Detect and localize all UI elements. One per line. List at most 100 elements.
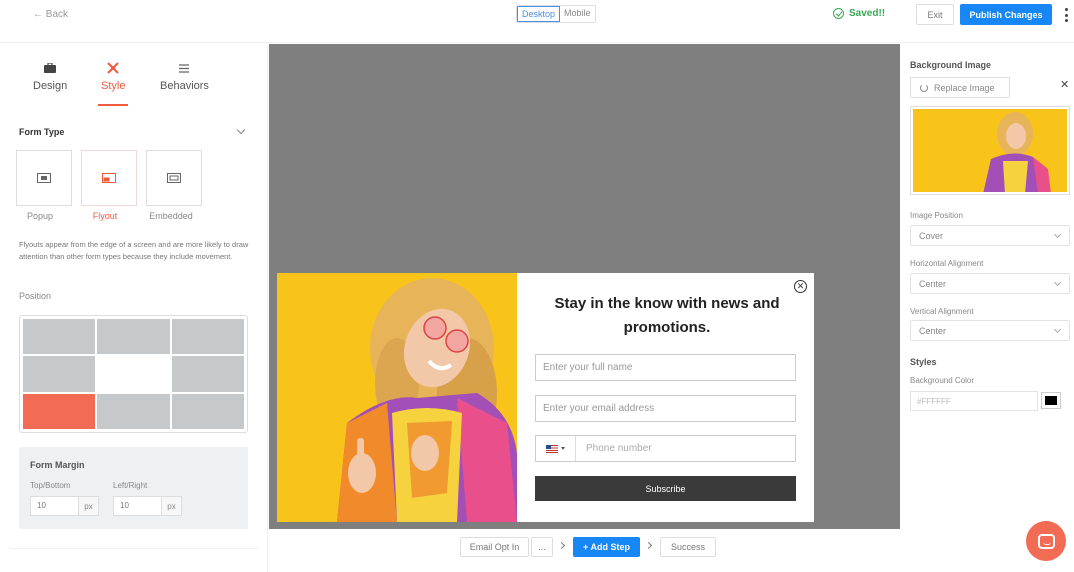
refresh-icon [920, 83, 928, 92]
chevron-down-icon[interactable] [236, 125, 246, 135]
chevron-down-icon [1053, 325, 1062, 334]
replace-image-button[interactable]: Replace Image [910, 77, 1010, 98]
position-center [97, 356, 170, 392]
vertical-alignment-value: Center [919, 326, 947, 336]
add-step-button[interactable]: + Add Step [573, 537, 640, 557]
country-selector[interactable] [536, 436, 576, 461]
form-type-flyout[interactable] [81, 150, 137, 206]
brush-icon [106, 62, 120, 74]
form-type-popup[interactable] [16, 150, 72, 206]
more-options-icon[interactable] [1064, 8, 1068, 22]
top-bottom-unit: px [79, 496, 99, 516]
embedded-icon [167, 173, 181, 183]
background-color-input[interactable]: #FFFFFF [910, 391, 1038, 411]
popup-title: Stay in the know with news and promotion… [554, 295, 780, 336]
form-type-popup-label: Popup [26, 211, 54, 221]
step-bar: Email Opt In ... + Add Step Success [269, 529, 900, 572]
chevron-down-icon [1053, 230, 1062, 239]
step-success[interactable]: Success [660, 537, 716, 557]
tab-style[interactable]: Style [98, 62, 129, 106]
full-name-input[interactable]: Enter your full name [535, 354, 796, 381]
tab-style-label: Style [101, 80, 126, 92]
position-middle-right[interactable] [171, 356, 244, 392]
popup-body: Stay in the know with news and promotion… [517, 273, 814, 522]
replace-image-label: Replace Image [934, 82, 995, 93]
check-circle-icon [833, 8, 844, 19]
position-middle-left[interactable] [23, 356, 96, 392]
left-right-label: Left/Right [113, 481, 148, 490]
image-position-select[interactable]: Cover [910, 225, 1070, 246]
editor-tabs: Design Style Behaviors [0, 44, 268, 114]
flyout-icon [102, 173, 116, 183]
background-image-thumbnail[interactable] [910, 106, 1070, 195]
popup-hero-image [277, 273, 517, 522]
chevron-right-icon [644, 541, 653, 550]
active-tab-indicator [98, 104, 129, 106]
phone-input[interactable]: Phone number [535, 435, 796, 462]
position-grid [19, 315, 248, 433]
close-icon[interactable]: ✕ [794, 280, 807, 293]
top-bottom-label: Top/Bottom [30, 481, 71, 490]
tab-design-label: Design [33, 80, 68, 92]
publish-changes-button[interactable]: Publish Changes [960, 4, 1052, 25]
left-right-input[interactable]: 10 [113, 496, 162, 516]
popup-icon [37, 173, 51, 183]
chat-icon [1037, 533, 1055, 549]
vertical-alignment-label: Vertical Alignment [910, 307, 974, 316]
phone-placeholder: Phone number [586, 443, 652, 454]
device-toggle: Desktop Mobile [516, 5, 596, 23]
saved-label: Saved!! [849, 8, 886, 19]
form-margin-title: Form Margin [30, 460, 85, 470]
background-image-title: Background Image [910, 60, 992, 70]
left-right-unit: px [162, 496, 182, 516]
tab-design[interactable]: Design [33, 62, 67, 92]
chat-launcher-button[interactable] [1026, 521, 1066, 561]
thumbnail-photo-image [913, 109, 1067, 192]
form-type-title: Form Type [19, 127, 65, 137]
horizontal-alignment-value: Center [919, 279, 947, 289]
styles-title: Styles [910, 357, 937, 367]
position-top-center[interactable] [97, 319, 170, 355]
right-panel: Background Image Replace Image ✕ Image P… [901, 44, 1074, 572]
tab-behaviors[interactable]: Behaviors [160, 62, 209, 92]
email-input[interactable]: Enter your email address [535, 395, 796, 422]
back-link[interactable]: ← Back [33, 9, 68, 20]
caret-down-icon [561, 447, 565, 450]
color-swatch[interactable] [1041, 392, 1061, 409]
position-bottom-right[interactable] [171, 393, 244, 429]
step-email-opt-in[interactable]: Email Opt In [460, 537, 529, 557]
subscribe-button[interactable]: Subscribe [535, 476, 796, 501]
horizontal-alignment-select[interactable]: Center [910, 273, 1070, 294]
form-type-description: Flyouts appear from the edge of a screen… [19, 240, 249, 261]
form-type-embedded[interactable] [146, 150, 202, 206]
top-bottom-input[interactable]: 10 [30, 496, 79, 516]
divider [10, 548, 258, 549]
position-bottom-left[interactable] [23, 393, 96, 429]
background-color-label: Background Color [910, 376, 975, 385]
left-right-input-group: 10 px [113, 496, 182, 516]
position-top-left[interactable] [23, 319, 96, 355]
position-label: Position [19, 291, 52, 301]
step-more-button[interactable]: ... [531, 537, 553, 557]
device-desktop-button[interactable]: Desktop [517, 6, 561, 22]
exit-button[interactable]: Exit [916, 4, 954, 25]
tab-behaviors-label: Behaviors [160, 80, 209, 92]
flyout-form-preview: Stay in the know with news and promotion… [277, 273, 814, 522]
briefcase-icon [43, 62, 57, 74]
woman-photo-image [277, 273, 517, 522]
left-panel: Design Style Behaviors Form Type Popup F… [0, 44, 268, 572]
top-bottom-input-group: 10 px [30, 496, 99, 516]
horizontal-alignment-label: Horizontal Alignment [910, 259, 984, 268]
image-position-label: Image Position [910, 211, 963, 220]
position-bottom-center[interactable] [97, 393, 170, 429]
chevron-down-icon [1053, 278, 1062, 287]
chevron-right-icon [557, 541, 566, 550]
top-bar: ← Back Desktop Mobile Saved!! Exit Publi… [0, 0, 1074, 43]
vertical-alignment-select[interactable]: Center [910, 320, 1070, 341]
list-icon [177, 62, 191, 74]
us-flag-icon [546, 444, 558, 453]
position-top-right[interactable] [171, 319, 244, 355]
form-margin-box: Form Margin Top/Bottom Left/Right 10 px … [19, 447, 248, 529]
remove-image-icon[interactable]: ✕ [1060, 78, 1069, 91]
device-mobile-button[interactable]: Mobile [560, 6, 595, 22]
